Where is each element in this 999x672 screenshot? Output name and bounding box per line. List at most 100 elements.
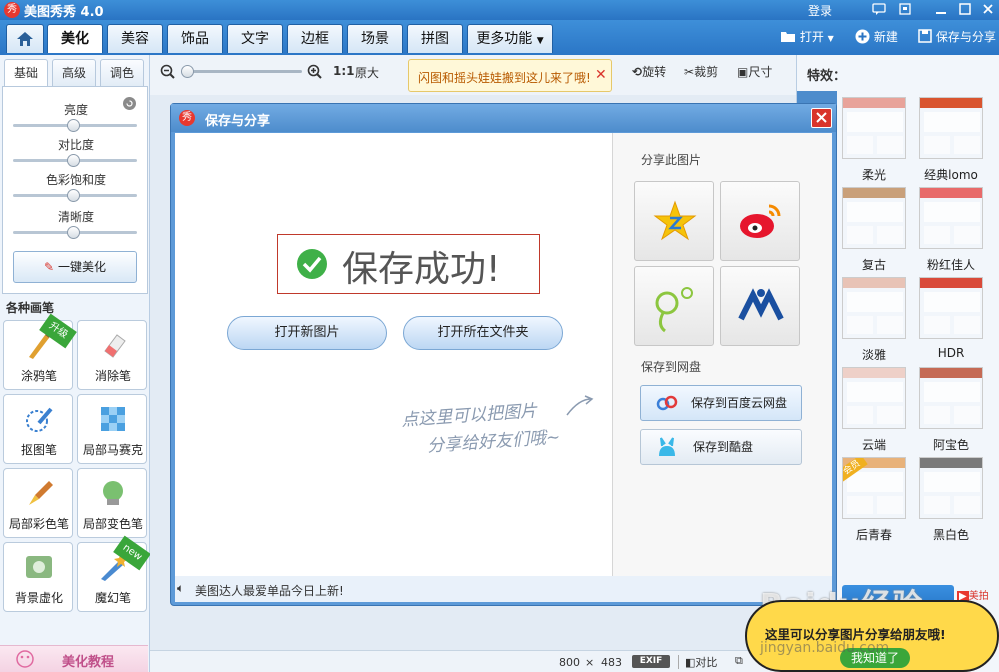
adjust-panel: 基础 高级 调色 亮度 对比度 色彩饱和度 清晰度 ✎ 一键美化 各种画笔 升级… xyxy=(0,55,151,672)
effect-thumb-cloud[interactable] xyxy=(842,367,906,429)
zoom-in-icon[interactable] xyxy=(307,64,323,80)
tip-close-icon[interactable]: ✕ xyxy=(595,67,607,83)
contrast-handle[interactable] xyxy=(67,154,80,167)
preview-icon[interactable]: ⧉ xyxy=(735,654,743,668)
save-share-button[interactable]: 保存与分享 xyxy=(918,28,996,46)
exif-button[interactable]: EXIF xyxy=(632,655,670,668)
effect-thumb-hdr[interactable] xyxy=(919,277,983,339)
subtab-color[interactable]: 调色 xyxy=(100,59,144,87)
login-link[interactable]: 登录 xyxy=(808,2,832,19)
thumb-block xyxy=(954,316,980,334)
save-baidu-cloud-button[interactable]: 保存到百度云网盘 xyxy=(640,385,802,421)
check-circle-icon xyxy=(297,249,327,279)
saturation-handle[interactable] xyxy=(67,189,80,202)
effect-label: 云端 xyxy=(861,438,886,452)
cutout-pen-icon xyxy=(26,407,53,432)
effect-thumb-youth[interactable]: 会员 xyxy=(842,457,906,519)
tab-biankuang[interactable]: 边框 xyxy=(287,24,343,53)
effects-title: 特效： xyxy=(807,69,847,84)
tab-home[interactable] xyxy=(6,24,44,53)
zoom-handle[interactable] xyxy=(181,65,194,78)
dimension-times: × xyxy=(585,656,595,669)
brush-mosaic[interactable]: 局部马赛克 xyxy=(77,394,147,464)
brush-magic[interactable]: new 魔幻笔 xyxy=(77,535,151,612)
effect-thumb-bw[interactable] xyxy=(919,457,983,519)
tab-changjing[interactable]: 场景 xyxy=(347,24,403,53)
rotate-label: 旋转 xyxy=(642,65,667,79)
effect-label: 后青春 xyxy=(855,528,892,542)
save-share-dialog: 秀 保存与分享 保存成功! 打开新图片 打开所在文件夹 点这里可以把图片 分享给… xyxy=(170,103,837,606)
thumb-block xyxy=(924,496,950,514)
effect-label: 淡雅 xyxy=(861,348,886,362)
brush-cutout-label: 抠图笔 xyxy=(20,443,57,457)
brush-cutout[interactable]: 抠图笔 xyxy=(3,394,73,464)
share-weibo-button[interactable] xyxy=(720,181,800,261)
brush-eraser[interactable]: 消除笔 xyxy=(77,320,147,390)
dialog-footer[interactable]: 🔈︎ 美图达人最爱单品今日上新! xyxy=(175,576,832,602)
brush-color-change[interactable]: 局部变色笔 xyxy=(77,468,147,538)
tutorial-link[interactable]: 美化教程 xyxy=(0,645,148,672)
dialog-title: 保存与分享 xyxy=(205,114,271,129)
one-click-beautify-button[interactable]: ✎ 一键美化 xyxy=(13,251,137,283)
dialog-close-button[interactable] xyxy=(811,108,832,128)
tab-meihua[interactable]: 美化 xyxy=(47,24,103,53)
share-renren-button[interactable] xyxy=(720,266,800,346)
effect-thumb-pink[interactable] xyxy=(919,187,983,249)
save-kupan-button[interactable]: 保存到酷盘 xyxy=(640,429,802,465)
arrow-icon xyxy=(566,395,594,416)
original-size-button[interactable]: 原大 xyxy=(355,64,379,81)
chat-icon[interactable] xyxy=(868,0,890,18)
minimize-icon[interactable] xyxy=(930,0,952,18)
tab-meirong[interactable]: 美容 xyxy=(107,24,163,53)
open-folder-button[interactable]: 打开所在文件夹 xyxy=(403,316,563,350)
resize-button[interactable]: ▣尺寸 xyxy=(737,63,772,80)
tab-shipin[interactable]: 饰品 xyxy=(167,24,223,53)
eraser-icon xyxy=(104,334,126,358)
close-icon[interactable] xyxy=(977,0,999,18)
brush-background-blur[interactable]: 背景虚化 xyxy=(3,542,73,612)
tab-more[interactable]: 更多功能 ▼ xyxy=(467,24,553,53)
sharpness-handle[interactable] xyxy=(67,226,80,239)
ratio-button[interactable]: 1:1 xyxy=(333,64,355,78)
effect-thumb-retro[interactable] xyxy=(842,187,906,249)
new-label: 新建 xyxy=(873,30,898,44)
share-qzone-button[interactable] xyxy=(634,181,714,261)
brush-local-color[interactable]: 局部彩色笔 xyxy=(3,468,73,538)
effect-thumb-soft-light[interactable] xyxy=(842,97,906,159)
mosaic-icon xyxy=(101,407,125,431)
thumb-block xyxy=(847,472,903,492)
effect-thumb-elegant[interactable] xyxy=(842,277,906,339)
share-title: 分享此图片 xyxy=(641,153,702,167)
thumb-block xyxy=(924,202,980,222)
thumb-band xyxy=(920,278,982,288)
thumb-block xyxy=(877,136,903,154)
compare-button[interactable]: ◧对比 xyxy=(685,654,717,670)
thumb-block xyxy=(847,292,903,312)
window-icon[interactable] xyxy=(894,0,916,18)
share-pengyou-button[interactable] xyxy=(634,266,714,346)
resize-icon: ▣ xyxy=(737,65,749,79)
crop-button[interactable]: ✂裁剪 xyxy=(684,63,718,80)
success-box: 保存成功! xyxy=(277,234,540,294)
effect-thumb-lomo[interactable] xyxy=(919,97,983,159)
tab-wenzi[interactable]: 文字 xyxy=(227,24,283,53)
thumb-block xyxy=(847,316,873,334)
effect-label: HDR xyxy=(937,346,965,360)
rotate-button[interactable]: ⟲旋转 xyxy=(632,63,666,80)
new-button[interactable]: 新建 xyxy=(855,28,898,46)
meipai-label[interactable]: ▶ 美拍 xyxy=(957,587,997,602)
kupan-icon xyxy=(659,437,675,456)
brush-doodle[interactable]: 升级 涂鸦笔 xyxy=(3,313,77,390)
open-new-image-button[interactable]: 打开新图片 xyxy=(227,316,387,350)
open-button[interactable]: 打开 ▼ xyxy=(780,28,834,48)
effect-label: 黑白色 xyxy=(932,528,969,542)
zoom-out-icon[interactable] xyxy=(160,64,176,80)
thumb-block xyxy=(924,226,950,244)
brightness-handle[interactable] xyxy=(67,119,80,132)
zoom-slider[interactable] xyxy=(182,70,302,73)
restore-icon[interactable] xyxy=(954,0,976,18)
tab-pintu[interactable]: 拼图 xyxy=(407,24,463,53)
effect-thumb-abao[interactable] xyxy=(919,367,983,429)
subtab-basic[interactable]: 基础 xyxy=(4,59,48,87)
subtab-advanced[interactable]: 高级 xyxy=(52,59,96,87)
